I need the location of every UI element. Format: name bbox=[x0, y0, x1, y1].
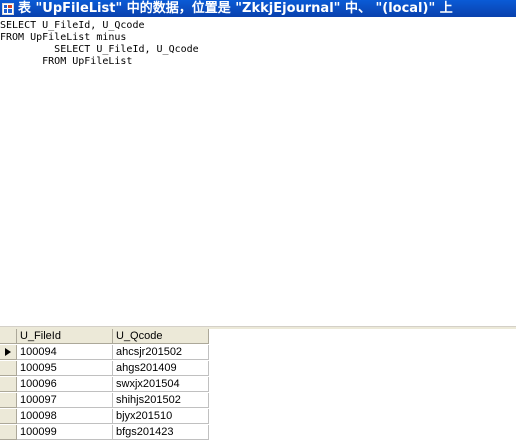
cell-u-fileid[interactable]: 100096 bbox=[17, 377, 113, 392]
cell-u-fileid[interactable]: 100097 bbox=[17, 393, 113, 408]
table-row[interactable]: 100099 bfgs201423 bbox=[0, 425, 209, 441]
cell-u-qcode[interactable]: shihjs201502 bbox=[113, 393, 209, 408]
table-row[interactable]: 100094 ahcsjr201502 bbox=[0, 345, 209, 361]
cell-u-fileid[interactable]: 100095 bbox=[17, 361, 113, 376]
column-header-u-qcode[interactable]: U_Qcode bbox=[113, 329, 209, 344]
table-row[interactable]: 100096 swxjx201504 bbox=[0, 377, 209, 393]
sql-line[interactable]: SELECT U_FileId, U_Qcode bbox=[0, 44, 199, 56]
cell-u-fileid[interactable]: 100099 bbox=[17, 425, 113, 440]
row-header[interactable] bbox=[0, 345, 17, 360]
sql-line[interactable]: FROM UpFileList minus bbox=[0, 32, 126, 44]
window-title: 表 "UpFileList" 中的数据，位置是 "ZkkjEjournal" 中… bbox=[18, 1, 453, 16]
cell-u-fileid[interactable]: 100094 bbox=[17, 345, 113, 360]
cell-u-qcode[interactable]: bjyx201510 bbox=[113, 409, 209, 424]
table-row[interactable]: 100098 bjyx201510 bbox=[0, 409, 209, 425]
cell-u-qcode[interactable]: ahcsjr201502 bbox=[113, 345, 209, 360]
window-titlebar[interactable]: 表 "UpFileList" 中的数据，位置是 "ZkkjEjournal" 中… bbox=[0, 0, 516, 17]
cell-u-qcode[interactable]: bfgs201423 bbox=[113, 425, 209, 440]
grid-corner-header[interactable] bbox=[0, 329, 17, 344]
row-header[interactable] bbox=[0, 409, 17, 424]
row-header[interactable] bbox=[0, 393, 17, 408]
cell-u-qcode[interactable]: swxjx201504 bbox=[113, 377, 209, 392]
sql-line[interactable]: SELECT U_FileId, U_Qcode bbox=[0, 20, 145, 32]
table-row[interactable]: 100097 shihjs201502 bbox=[0, 393, 209, 409]
table-grid-icon bbox=[2, 2, 14, 15]
row-header[interactable] bbox=[0, 361, 17, 376]
sql-line[interactable]: FROM UpFileList bbox=[0, 56, 132, 68]
row-header[interactable] bbox=[0, 425, 17, 440]
sql-editor-pane[interactable]: SELECT U_FileId, U_Qcode FROM UpFileList… bbox=[0, 18, 516, 326]
cell-u-fileid[interactable]: 100098 bbox=[17, 409, 113, 424]
grid-header-row: U_FileId U_Qcode bbox=[0, 329, 209, 345]
table-row[interactable]: 100095 ahgs201409 bbox=[0, 361, 209, 377]
column-header-u-fileid[interactable]: U_FileId bbox=[17, 329, 113, 344]
cell-u-qcode[interactable]: ahgs201409 bbox=[113, 361, 209, 376]
row-header[interactable] bbox=[0, 377, 17, 392]
row-pointer-icon bbox=[5, 348, 11, 356]
results-grid-pane[interactable]: U_FileId U_Qcode 100094 ahcsjr201502 100… bbox=[0, 329, 516, 440]
